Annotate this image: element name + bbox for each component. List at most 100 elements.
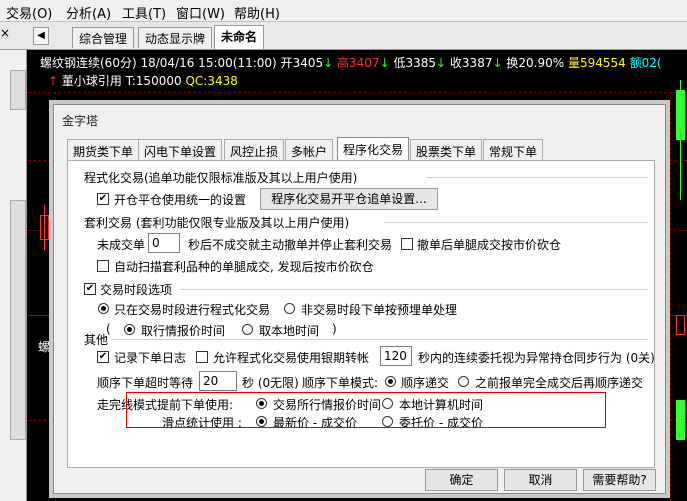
ok-button[interactable]: 确定	[425, 469, 498, 491]
divider	[384, 222, 648, 223]
unified-open-close-checkbox[interactable]: ✔	[97, 193, 109, 205]
cancel-single-leg-label: 撤单后单腿成交按市价砍仓	[417, 238, 562, 252]
tab-scroll-left-icon[interactable]: ◀	[33, 27, 49, 45]
settings-dialog: 金字塔 期货类下单 闪电下单设置 风控止损 多帐户 程序化交易 股票类下单 常规…	[53, 104, 666, 494]
trading-session-label: 交易时段选项	[100, 283, 173, 297]
menu-help[interactable]: 帮助(H)	[234, 3, 280, 22]
down-arrow-icon: ↓	[436, 56, 447, 70]
turnover-value: 20.90%	[518, 56, 565, 70]
high-label: 高	[337, 56, 350, 70]
t-value: 150000	[135, 74, 182, 88]
close-icon[interactable]: ×	[0, 26, 10, 40]
unfilled-seconds-input[interactable]: 0	[148, 233, 180, 253]
candle-wick	[44, 205, 45, 250]
low-value: 3385	[405, 56, 437, 70]
scrollbar[interactable]	[10, 200, 26, 440]
section-other-title: 其他	[84, 333, 109, 347]
chart-side-label: 螺	[38, 340, 51, 354]
tab-futures-order[interactable]: 期货类下单	[67, 139, 140, 161]
consecutive-desc-label: 秒内的连续委托视为异常持仓同步行为 (0关)	[418, 351, 655, 365]
tab-multi-account[interactable]: 多帐户	[285, 139, 334, 161]
amount-label: 额	[629, 56, 642, 70]
t-label: T:	[125, 74, 136, 88]
consecutive-seconds-input[interactable]: 120	[380, 346, 412, 366]
after-fill-submit-radio[interactable]	[458, 376, 469, 387]
local-time-radio[interactable]	[242, 324, 253, 335]
close-label: 收	[449, 56, 462, 70]
turnover-label: 换	[506, 56, 519, 70]
divider	[112, 339, 648, 340]
quote-header: 螺纹钢连续(60分) 18/04/16 15:00(11:00) 开3405↓ …	[40, 54, 662, 71]
quote-datetime: 18/04/16 15:00(11:00)	[140, 56, 277, 70]
menu-analysis[interactable]: 分析(A)	[66, 3, 111, 22]
highlight-box	[126, 392, 606, 428]
menu-tools[interactable]: 工具(T)	[122, 3, 166, 22]
divider	[180, 289, 648, 290]
timeout-unit-label: 秒 (0无限)	[242, 376, 299, 390]
auto-scan-arbitrage-label: 自动扫描套利品种的单腿成交, 发现后按市价砍仓	[114, 260, 374, 274]
quote-time-radio[interactable]	[124, 324, 135, 335]
after-fill-submit-label: 之前报单完全成交后再顺序递交	[475, 376, 644, 390]
order-log-label: 记录下单日志	[114, 351, 187, 365]
workspace-tab-bar: × ◀ 综合管理 动态显示牌 未命名	[0, 22, 687, 50]
tab-untitled[interactable]: 未命名	[214, 25, 265, 49]
cancel-single-leg-checkbox[interactable]	[401, 238, 413, 250]
tab-program-trading[interactable]: 程序化交易	[337, 137, 410, 162]
low-label: 低	[393, 56, 406, 70]
sequential-submit-radio[interactable]	[385, 376, 396, 387]
allow-bank-transfer-checkbox[interactable]	[196, 351, 208, 363]
sidebar-handle[interactable]	[10, 70, 26, 110]
trading-session-checkbox[interactable]: ✔	[84, 283, 96, 295]
down-arrow-icon: ↓	[379, 56, 390, 70]
tab-normal-order[interactable]: 常规下单	[483, 139, 544, 161]
high-value: 3407	[349, 56, 380, 70]
menu-trade[interactable]: 交易(O)	[6, 3, 52, 22]
down-arrow-icon: ↓	[492, 56, 503, 70]
only-trading-session-label: 只在交易时段进行程式化交易	[114, 303, 271, 317]
chase-order-settings-button[interactable]: 程序化交易开平仓追单设置...	[260, 188, 438, 210]
candle-wick	[680, 80, 681, 200]
paren-close: )	[332, 322, 337, 336]
volume-value: 594554	[579, 56, 626, 70]
tab-flash-order[interactable]: 闪电下单设置	[138, 139, 223, 161]
tab-dynamic-board[interactable]: 动态显示牌	[138, 27, 213, 48]
grid-line	[670, 92, 671, 501]
up-arrow-icon: ↑	[48, 74, 59, 88]
tab-overview[interactable]: 综合管理	[72, 27, 135, 48]
sequential-submit-label: 顺序递交	[401, 376, 450, 390]
instrument-name: 螺纹钢连续(60分)	[40, 56, 137, 70]
auto-scan-arbitrage-checkbox[interactable]	[97, 260, 109, 272]
volume-label: 量	[567, 56, 580, 70]
menu-window[interactable]: 窗口(W)	[176, 3, 225, 22]
divider	[426, 177, 648, 178]
candle	[676, 315, 685, 335]
indicator-line: ↑ 董小球引用 T:150000 QC:3438	[48, 72, 238, 89]
tab-risk-stoploss[interactable]: 风控止损	[224, 139, 285, 161]
unfilled-order-label: 未成交单	[97, 238, 146, 252]
qc-label: QC:	[185, 74, 208, 88]
left-sidebar	[0, 50, 27, 501]
timeout-label: 顺序下单超时等待	[97, 376, 194, 390]
non-session-preorder-radio[interactable]	[284, 303, 295, 314]
section-arbitrage-title: 套利交易 (套利功能仅限专业版及其以上用户使用)	[84, 216, 350, 230]
tab-stock-order[interactable]: 股票类下单	[410, 139, 483, 161]
non-session-preorder-label: 非交易时段下单按预埋单处理	[301, 303, 458, 317]
menu-bar: 交易(O) 分析(A) 工具(T) 窗口(W) 帮助(H)	[0, 0, 687, 22]
only-trading-session-radio[interactable]	[98, 303, 109, 314]
order-mode-label: 顺序下单模式:	[302, 376, 379, 390]
unified-open-close-label: 开仓平仓使用统一的设置	[114, 193, 247, 207]
help-button[interactable]: 需要帮助?	[583, 469, 656, 491]
local-time-label: 取本地时间	[259, 324, 320, 338]
order-log-checkbox[interactable]: ✔	[97, 351, 109, 363]
timeout-input[interactable]: 20	[199, 371, 237, 391]
open-label: 开	[280, 56, 293, 70]
close-value: 3387	[461, 56, 493, 70]
unfilled-desc-label: 秒后不成交就主动撤单并停止套利交易	[188, 238, 393, 252]
open-value: 3405	[292, 56, 324, 70]
down-arrow-icon: ↓	[323, 56, 334, 70]
qc-value: 3438	[207, 74, 238, 88]
amount-value: 02(	[641, 56, 662, 70]
candle	[676, 400, 685, 440]
cancel-button[interactable]: 取消	[504, 469, 577, 491]
quote-time-label: 取行情报价时间	[141, 324, 226, 338]
